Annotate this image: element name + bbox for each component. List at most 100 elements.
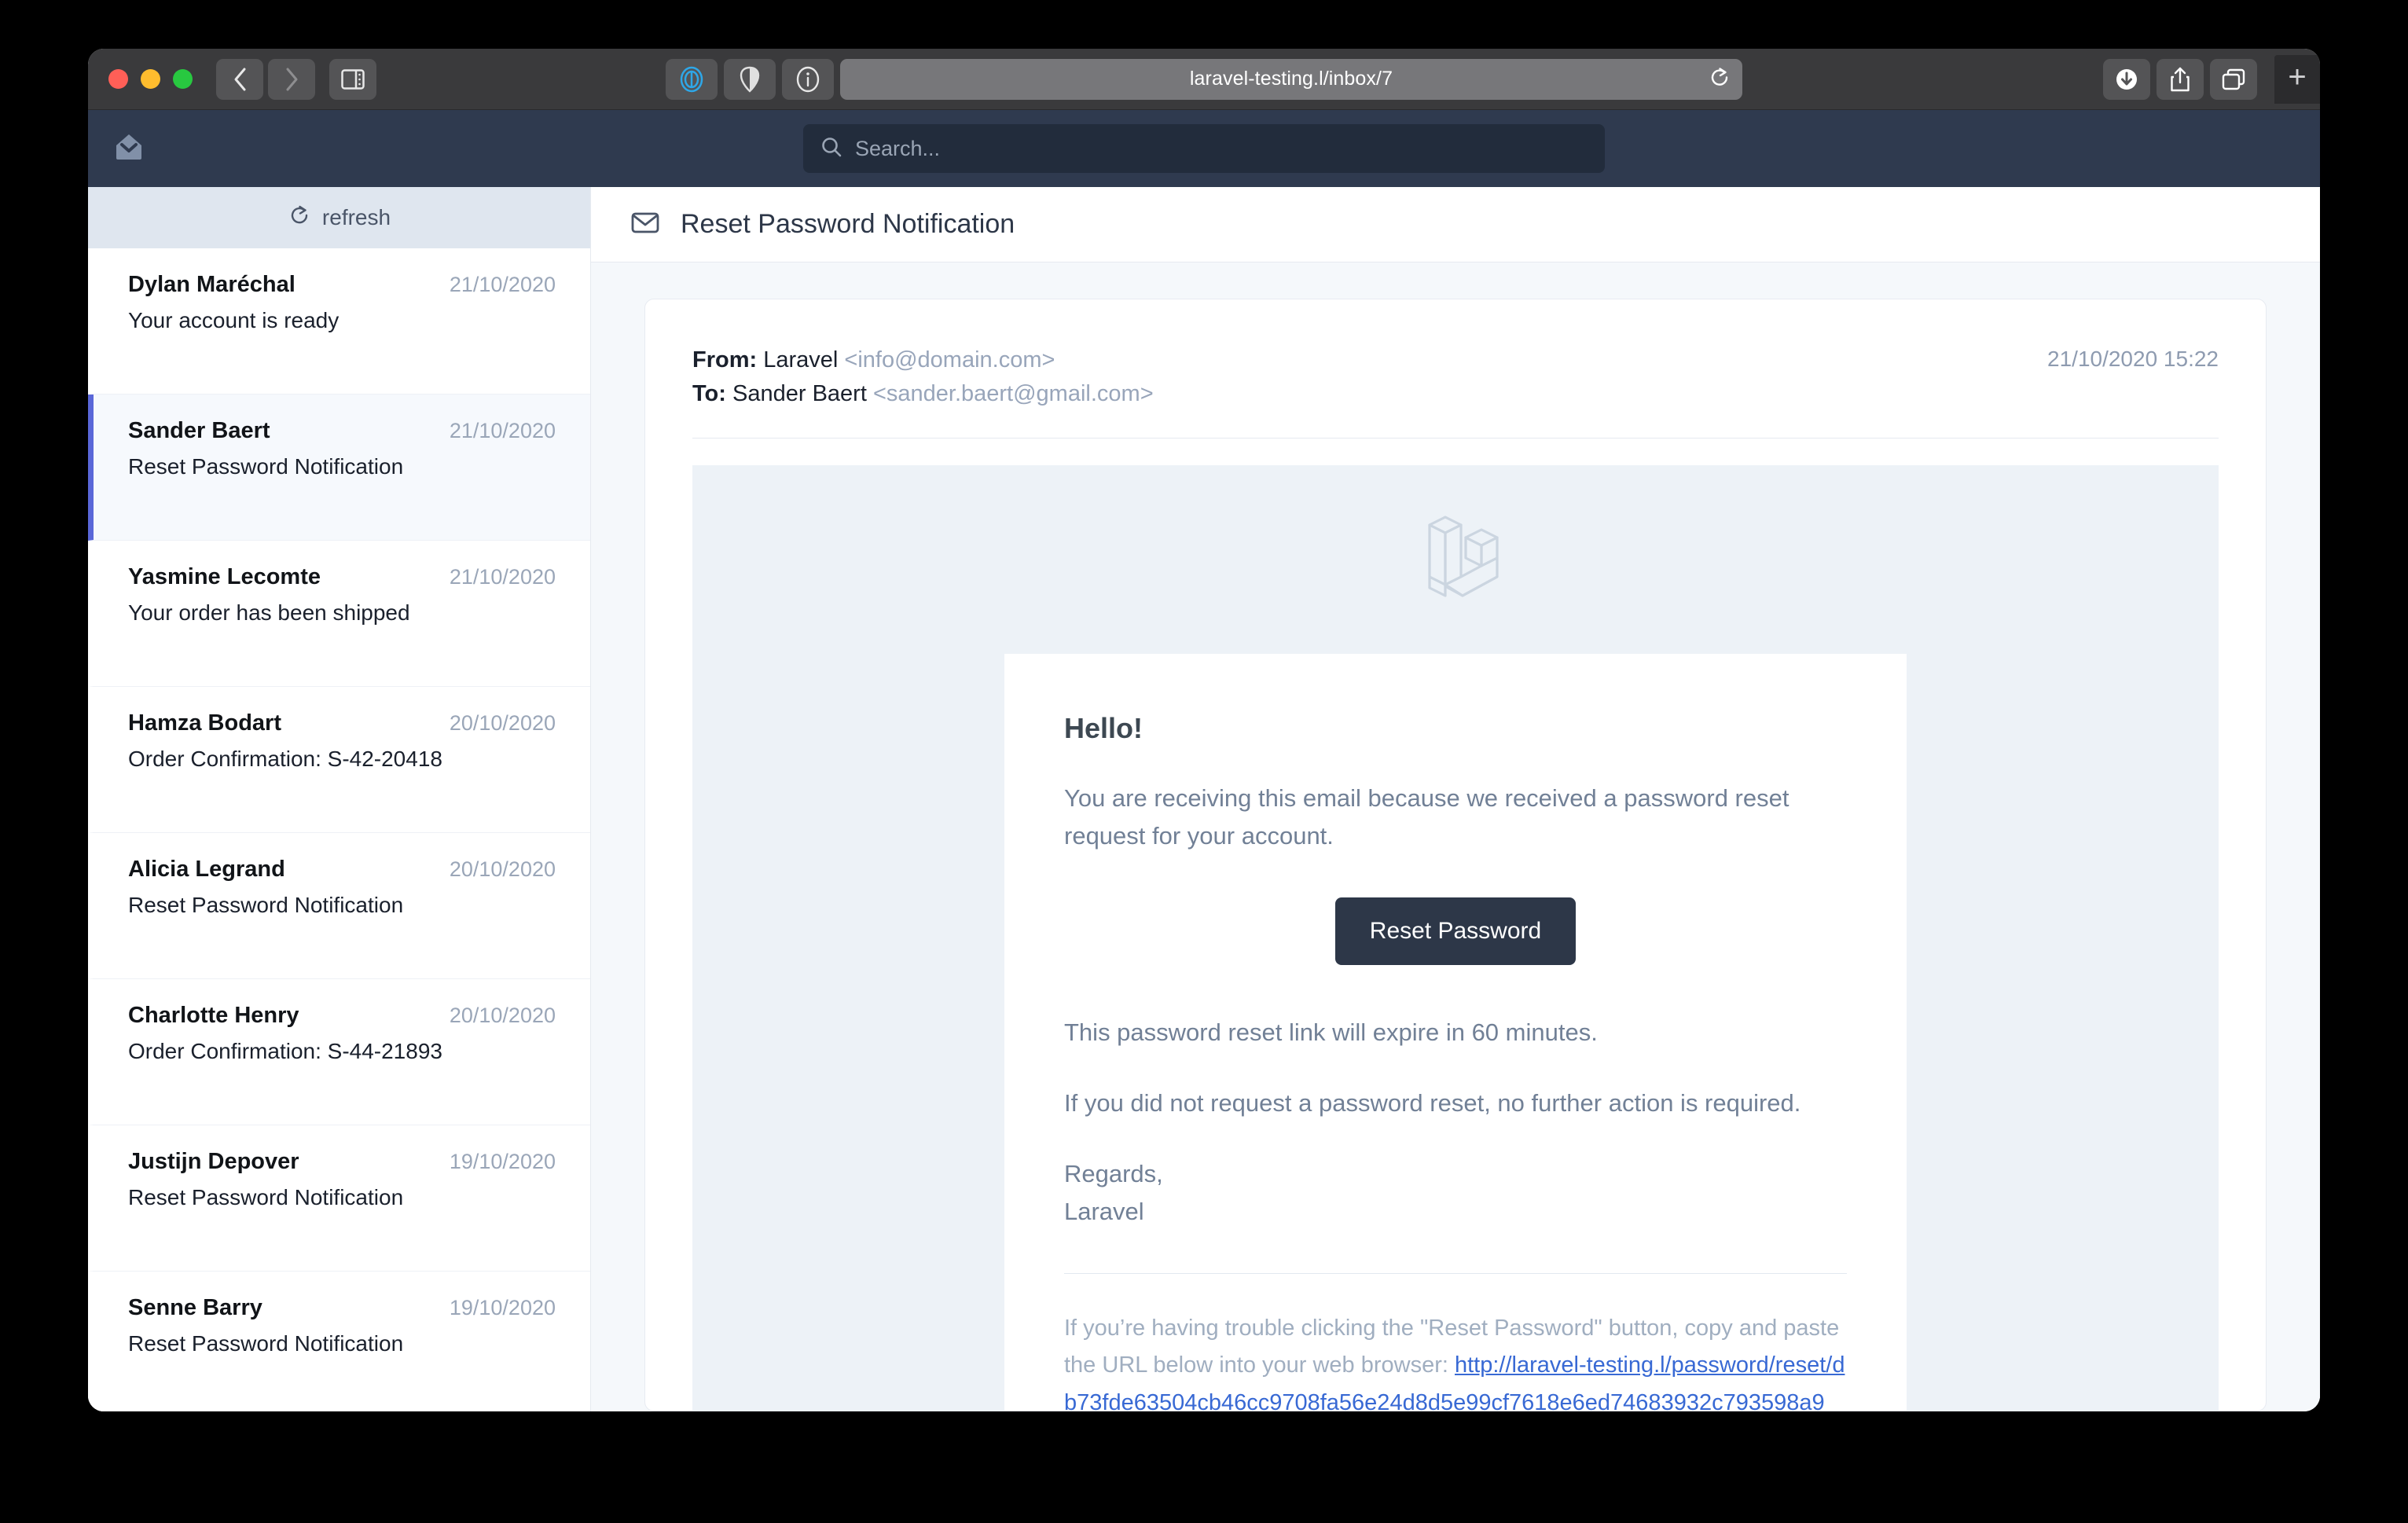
list-item-subject: Reset Password Notification	[128, 1331, 404, 1356]
list-item-top-row: Yasmine Lecomte 21/10/2020	[128, 564, 556, 590]
reader-view-button[interactable]	[724, 58, 776, 100]
refresh-label: refresh	[321, 205, 391, 229]
reset-password-button[interactable]: Reset Password	[1334, 897, 1577, 965]
message-meta: From: Laravel <info@domain.com> To: Sand…	[692, 343, 2219, 411]
email-signature: Laravel	[1064, 1198, 1144, 1226]
list-item-top-row: Charlotte Henry 20/10/2020	[128, 1003, 556, 1029]
address-bar-group: laravel-testing.l/inbox/7	[666, 58, 1742, 100]
list-item-date: 21/10/2020	[449, 565, 556, 589]
email-footer-note: If you’re having trouble clicking the "R…	[1064, 1310, 1847, 1411]
address-bar[interactable]: laravel-testing.l/inbox/7	[840, 58, 1742, 100]
search-icon	[820, 136, 842, 162]
list-item[interactable]: Senne Barry 19/10/2020 Reset Password Noti…	[88, 1272, 590, 1411]
download-button[interactable]	[2103, 58, 2150, 100]
list-item-subject: Reset Password Notification	[128, 893, 404, 917]
list-item-top-row: Alicia Legrand 20/10/2020	[128, 857, 556, 883]
list-item-sender: Justijn Depover	[128, 1149, 299, 1174]
new-tab-button[interactable]: +	[2274, 54, 2320, 104]
to-line: To: Sander Baert <sander.baert@gmail.com…	[692, 377, 1154, 411]
list-item[interactable]: Sander Baert 21/10/2020 Reset Password Not…	[88, 395, 590, 541]
share-button[interactable]	[2157, 58, 2204, 100]
list-item-date: 21/10/2020	[449, 273, 556, 296]
list-item[interactable]: Yasmine Lecomte 21/10/2020 Your order has …	[88, 541, 590, 687]
message-list-sidebar: refresh Dylan Maréchal 21/10/2020 Your acc…	[88, 187, 591, 1411]
search-input[interactable]	[855, 136, 1588, 161]
navigation-buttons	[216, 58, 315, 100]
message-timestamp: 21/10/2020 15:22	[2047, 347, 2219, 371]
email-paragraph-1: You are receiving this email because we …	[1064, 784, 1789, 850]
message-viewer-header: Reset Password Notification	[591, 187, 2320, 262]
list-item-sender: Hamza Bodart	[128, 710, 281, 736]
refresh-button[interactable]: refresh	[88, 187, 590, 248]
list-item-subject: Reset Password Notification	[128, 454, 404, 479]
meta-divider	[692, 437, 2219, 439]
list-item[interactable]: Justijn Depover 19/10/2020 Reset Password …	[88, 1125, 590, 1272]
laravel-logo-icon	[692, 516, 2219, 599]
list-item-top-row: Senne Barry 19/10/2020	[128, 1295, 556, 1321]
list-item[interactable]: Hamza Bodart 20/10/2020 Order Confirmation…	[88, 687, 590, 833]
info-button[interactable]	[782, 58, 834, 100]
to-email: <sander.baert@gmail.com>	[872, 380, 1154, 406]
from-line: From: Laravel <info@domain.com>	[692, 343, 1154, 377]
browser-window: laravel-testing.l/inbox/7 + Search... re…	[88, 49, 2320, 1411]
app-logo	[112, 130, 146, 168]
list-item-sender: Charlotte Henry	[128, 1003, 299, 1028]
list-item-top-row: Sander Baert 21/10/2020	[128, 418, 556, 444]
email-content: Hello! You are receiving this email beca…	[1004, 653, 1907, 1411]
list-item-subject: Your account is ready	[128, 308, 340, 332]
privacy-report-button[interactable]	[666, 58, 718, 100]
toolbar-right-group: +	[2103, 54, 2320, 104]
list-item-date: 21/10/2020	[449, 419, 556, 442]
list-item-subject: Reset Password Notification	[128, 1185, 404, 1209]
close-window-button[interactable]	[108, 69, 128, 89]
app-header	[88, 110, 2320, 187]
list-item-sender: Dylan Maréchal	[128, 272, 295, 297]
message-viewer: Reset Password Notification From: Larave…	[591, 187, 2320, 1411]
minimize-window-button[interactable]	[141, 69, 160, 89]
message-scroll-area[interactable]: From: Laravel <info@domain.com> To: Sand…	[591, 262, 2320, 1411]
list-item-date: 20/10/2020	[449, 711, 556, 735]
list-item-top-row: Hamza Bodart 20/10/2020	[128, 710, 556, 736]
list-item-subject: Your order has been shipped	[128, 600, 410, 625]
reload-icon[interactable]	[1709, 66, 1730, 92]
list-item-sender: Alicia Legrand	[128, 857, 285, 882]
from-email: <info@domain.com>	[844, 347, 1055, 372]
search-box[interactable]	[803, 124, 1605, 173]
back-button[interactable]	[216, 58, 263, 100]
reset-password-button-wrap: Reset Password	[1064, 897, 1847, 965]
window-controls	[108, 69, 193, 89]
list-item-date: 19/10/2020	[449, 1150, 556, 1173]
refresh-icon	[288, 204, 311, 233]
email-paragraph-3: If you did not request a password reset,…	[1064, 1088, 1801, 1117]
tab-overview-button[interactable]	[2210, 58, 2257, 100]
email-regards: Regards,	[1064, 1160, 1163, 1187]
app-body: refresh Dylan Maréchal 21/10/2020 Your acc…	[88, 187, 2320, 1411]
list-item-subject: Order Confirmation: S-42-20418	[128, 747, 442, 771]
message-list: Dylan Maréchal 21/10/2020 Your account is …	[88, 248, 590, 1411]
envelope-icon	[630, 207, 660, 241]
list-item-date: 19/10/2020	[449, 1296, 556, 1319]
list-item-top-row: Justijn Depover 19/10/2020	[128, 1149, 556, 1175]
to-label: To:	[692, 380, 726, 406]
list-item[interactable]: Alicia Legrand 20/10/2020 Reset Password N…	[88, 833, 590, 979]
list-item-date: 20/10/2020	[449, 857, 556, 881]
list-item-sender: Yasmine Lecomte	[128, 564, 321, 589]
browser-toolbar: laravel-testing.l/inbox/7 +	[88, 49, 2320, 110]
maximize-window-button[interactable]	[173, 69, 193, 89]
email-body-frame: Hello! You are receiving this email beca…	[692, 464, 2219, 1411]
list-item-sender: Senne Barry	[128, 1295, 262, 1320]
open-envelope-icon	[112, 130, 146, 168]
message-card: From: Laravel <info@domain.com> To: Sand…	[644, 299, 2267, 1411]
email-signature-block: Regards, Laravel	[1064, 1155, 1847, 1231]
list-item-date: 20/10/2020	[449, 1004, 556, 1027]
sidebar-toggle-button[interactable]	[329, 58, 376, 100]
list-item-top-row: Dylan Maréchal 21/10/2020	[128, 272, 556, 298]
list-item[interactable]: Charlotte Henry 20/10/2020 Order Confirmat…	[88, 979, 590, 1125]
email-divider	[1064, 1273, 1847, 1275]
email-greeting: Hello!	[1064, 711, 1143, 744]
to-name: Sander Baert	[732, 380, 867, 406]
message-meta-addresses: From: Laravel <info@domain.com> To: Sand…	[692, 343, 1154, 411]
forward-button[interactable]	[268, 58, 315, 100]
list-item[interactable]: Dylan Maréchal 21/10/2020 Your account is …	[88, 248, 590, 395]
from-label: From:	[692, 347, 758, 372]
